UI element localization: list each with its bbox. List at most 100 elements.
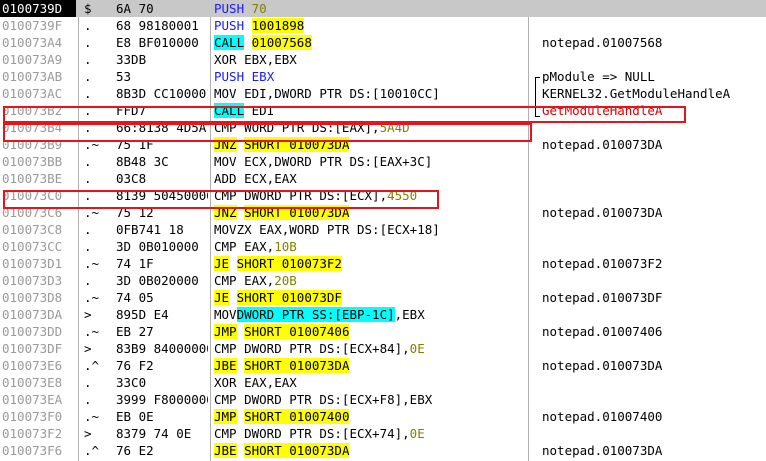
disasm-row[interactable]: 010073CC. 3D 0B010000 CMP EAX,10B	[0, 238, 766, 255]
disasm-row[interactable]: 0100739F. 68 98180001 PUSH 1001898	[0, 17, 766, 34]
disasm-row[interactable]: 010073B4. 66:8138 4D5A CMP WORD PTR DS:[EA…	[0, 119, 766, 136]
row-hex-bytes: 0FB741 18	[116, 222, 184, 237]
row-jump-marker: >	[84, 341, 92, 356]
instruction-operand: 1001898	[251, 18, 305, 33]
disasm-row[interactable]: 010073F2 >8379 74 0E CMP DWORD PTR DS:[ECX…	[0, 425, 766, 442]
disasm-row[interactable]: 010073C8. 0FB741 18 MOVZX EAX,WORD PTR DS:…	[0, 221, 766, 238]
disasm-row[interactable]: 010073F0 .~ EB 0E JMP SHORT 01007400 notepad…	[0, 408, 766, 425]
disasm-row[interactable]: 010073BE. 03C8 ADD ECX,EAX	[0, 170, 766, 187]
row-jump-marker: .^	[84, 358, 100, 373]
instruction-opcode: CMP DWORD PTR DS:[ECX+F8],EBX	[214, 392, 433, 407]
row-comment	[542, 374, 766, 391]
instruction-opcode: PUSH	[214, 1, 245, 16]
row-instruction: CMP DWORD PTR DS:[ECX+84],0E	[214, 340, 526, 357]
row-instruction: ADD ECX,EAX	[214, 170, 526, 187]
instruction-opcode: MOV EDI,DWORD PTR DS:[10010CC]	[214, 86, 440, 101]
row-hex-bytes: EB 27	[116, 324, 154, 339]
row-jump-marker: >	[84, 307, 92, 322]
disasm-row[interactable]: 010073DF >83B9 84000000 CMP DWORD PTR DS:[…	[0, 340, 766, 357]
row-comment: notepad.01007568	[542, 35, 663, 50]
row-address: 010073C8	[2, 222, 63, 237]
instruction-operand: SHORT 01007400	[244, 409, 350, 424]
row-address: 010073F2	[2, 426, 63, 441]
instruction-opcode: CALL	[214, 35, 245, 50]
instruction-operand: SHORT 010073DA	[244, 443, 350, 458]
row-address: 010073CC	[2, 239, 63, 254]
disasm-row[interactable]: 010073BB. 8B48 3C MOV ECX,DWORD PTR DS:[EA…	[0, 153, 766, 170]
row-address: 010073DD	[2, 324, 63, 339]
row-jump-marker: .	[84, 222, 92, 237]
disasm-row[interactable]: 010073D1 .~ 74 1F JE SHORT 010073F2 notepad.…	[0, 255, 766, 272]
row-jump-marker: .~	[84, 409, 100, 424]
row-comment	[542, 391, 766, 408]
row-jump-marker: .~	[84, 324, 100, 339]
instruction-operand: 10B	[274, 239, 297, 254]
row-comment	[542, 340, 766, 357]
row-jump-marker: .~	[84, 290, 100, 305]
disasm-row[interactable]: 010073F6 .^ 76 E2 JBE SHORT 010073DA notepad…	[0, 442, 766, 459]
disassembly-pane[interactable]: 0100739D $6A 70 PUSH 70 0100739F. 68 9818000…	[0, 0, 766, 461]
disasm-row[interactable]: 010073D8 .~ 74 05 JE SHORT 010073DF notepad.…	[0, 289, 766, 306]
row-address: 010073D1	[2, 256, 63, 271]
row-hex-bytes: 74 1F	[116, 256, 154, 271]
disasm-row[interactable]: 010073D3. 3D 0B020000 CMP EAX,20B	[0, 272, 766, 289]
disasm-row[interactable]: 010073DD .~ EB 27 JMP SHORT 01007406 notepad…	[0, 323, 766, 340]
row-address: 010073E6	[2, 358, 63, 373]
disasm-row[interactable]: 010073DA >895D E4 MOVDWORD PTR SS:[EBP-1C]…	[0, 306, 766, 323]
row-instruction: JMP SHORT 01007400	[214, 408, 526, 425]
row-jump-marker: .~	[84, 256, 100, 271]
row-jump-marker: .	[84, 273, 92, 288]
row-address: 010073DF	[2, 341, 63, 356]
row-comment: notepad.010073DA	[542, 358, 663, 373]
instruction-operand: 5A4D	[379, 120, 410, 135]
row-comment	[542, 51, 766, 68]
instruction-operand: 70	[251, 1, 267, 16]
disasm-row[interactable]: 010073B2. FFD7 CALL EDI GetModuleHandleA	[0, 102, 766, 119]
instruction-opcode: JBE	[214, 358, 237, 373]
disasm-row[interactable]: 010073E6 .^ 76 F2 JBE SHORT 010073DA notepad…	[0, 357, 766, 374]
row-comment: notepad.010073DF	[542, 290, 663, 305]
call-args-bracket	[535, 77, 541, 117]
row-jump-marker: .	[84, 188, 92, 203]
disasm-row[interactable]: 010073E8. 33C0 XOR EAX,EAX	[0, 374, 766, 391]
disasm-row[interactable]: 0100739D $6A 70 PUSH 70	[0, 0, 766, 17]
row-comment: KERNEL32.GetModuleHandleA	[542, 86, 731, 101]
instruction-opcode: CMP EAX,	[214, 239, 275, 254]
row-address: 010073A4	[2, 35, 63, 50]
row-comment	[542, 425, 766, 442]
row-instruction: PUSH EBX	[214, 68, 526, 85]
disasm-row[interactable]: 010073C0. 8139 50450000 CMP DWORD PTR DS:[…	[0, 187, 766, 204]
disasm-row[interactable]: 010073AC. 8B3D CC100001 MOV EDI,DWORD PTR …	[0, 85, 766, 102]
row-hex-bytes: 895D E4	[116, 307, 169, 322]
row-instruction: CMP EAX,10B	[214, 238, 526, 255]
disasm-row[interactable]: 010073EA. 3999 F8000000 CMP DWORD PTR DS:[…	[0, 391, 766, 408]
instruction-operand: DWORD PTR SS:[EBP-1C]	[236, 307, 395, 322]
row-jump-marker: .~	[84, 137, 100, 152]
disasm-row[interactable]: 010073A4. E8 BF010000 CALL 01007568 notepad…	[0, 34, 766, 51]
row-instruction: JBE SHORT 010073DA	[214, 357, 526, 374]
row-hex-bytes: 8B48 3C	[116, 154, 169, 169]
row-hex-bytes: 76 E2	[116, 443, 154, 458]
row-jump-marker: .	[84, 375, 92, 390]
instruction-operand: 20B	[274, 273, 297, 288]
disasm-row[interactable]: 010073AB. 53 PUSH EBX pModule => NULL	[0, 68, 766, 85]
instruction-opcode: CALL	[214, 103, 245, 118]
instruction-opcode: MOVZX EAX,WORD PTR DS:[ECX+18]	[214, 222, 440, 237]
row-instruction: CMP DWORD PTR DS:[ECX+74],0E	[214, 425, 526, 442]
disasm-row[interactable]: 010073B9 .~ 75 1F JNZ SHORT 010073DA notepad…	[0, 136, 766, 153]
row-address: 010073C0	[2, 188, 63, 203]
row-address: 010073DA	[2, 307, 63, 322]
row-hex-bytes: 6A 70	[116, 1, 154, 16]
instruction-opcode: JMP	[214, 324, 237, 339]
disasm-row[interactable]: 010073C6 .~ 75 12 JNZ SHORT 010073DA notepad…	[0, 204, 766, 221]
row-comment: notepad.01007400	[542, 409, 663, 424]
row-instruction: MOVDWORD PTR SS:[EBP-1C],EBX	[214, 306, 526, 323]
disasm-row[interactable]: 010073A9. 33DB XOR EBX,EBX	[0, 51, 766, 68]
instruction-operand: 0E	[409, 341, 425, 356]
row-address: 0100739F	[2, 18, 63, 33]
row-hex-bytes: 3D 0B010000	[116, 239, 199, 254]
row-jump-marker: >	[84, 426, 92, 441]
row-instruction: JNZ SHORT 010073DA	[214, 136, 526, 153]
instruction-opcode: CMP DWORD PTR DS:[ECX+74],	[214, 426, 410, 441]
row-address: 010073A9	[2, 52, 63, 67]
